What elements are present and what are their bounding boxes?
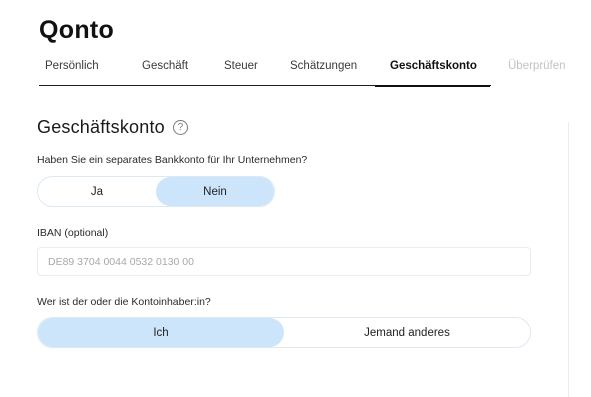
vertical-divider (568, 122, 569, 397)
active-step-indicator (375, 85, 490, 87)
iban-input[interactable] (37, 247, 531, 276)
separate-account-toggle: Ja Nein (37, 176, 275, 207)
step-geschaeft[interactable]: Geschäft (142, 60, 188, 72)
question-circle-icon[interactable]: ? (172, 120, 188, 135)
option-ja[interactable]: Ja (38, 177, 156, 206)
step-geschaeftskonto[interactable]: Geschäftskonto (390, 60, 477, 72)
option-nein[interactable]: Nein (156, 177, 274, 206)
step-ueberpruefen: Überprüfen (508, 60, 566, 72)
section-header: Geschäftskonto ? (37, 117, 188, 138)
step-persoenlich[interactable]: Persönlich (45, 60, 99, 72)
separate-account-question: Haben Sie ein separates Bankkonto für Ih… (37, 154, 308, 166)
qonto-logo: Qonto (39, 16, 115, 44)
step-steuer[interactable]: Steuer (224, 60, 258, 72)
page: Qonto Persönlich Geschäft Steuer Schätzu… (0, 0, 591, 397)
page-title: Geschäftskonto (37, 117, 165, 137)
step-navigation: Persönlich Geschäft Steuer Schätzungen G… (39, 60, 566, 87)
option-ich[interactable]: Ich (38, 318, 284, 347)
account-holder-question: Wer ist der oder die Kontoinhaber:in? (37, 296, 211, 308)
account-holder-toggle: Ich Jemand anderes (37, 317, 531, 348)
step-schaetzungen[interactable]: Schätzungen (290, 60, 357, 72)
iban-label: IBAN (optional) (37, 227, 109, 239)
option-jemand-anderes[interactable]: Jemand anderes (284, 318, 530, 347)
